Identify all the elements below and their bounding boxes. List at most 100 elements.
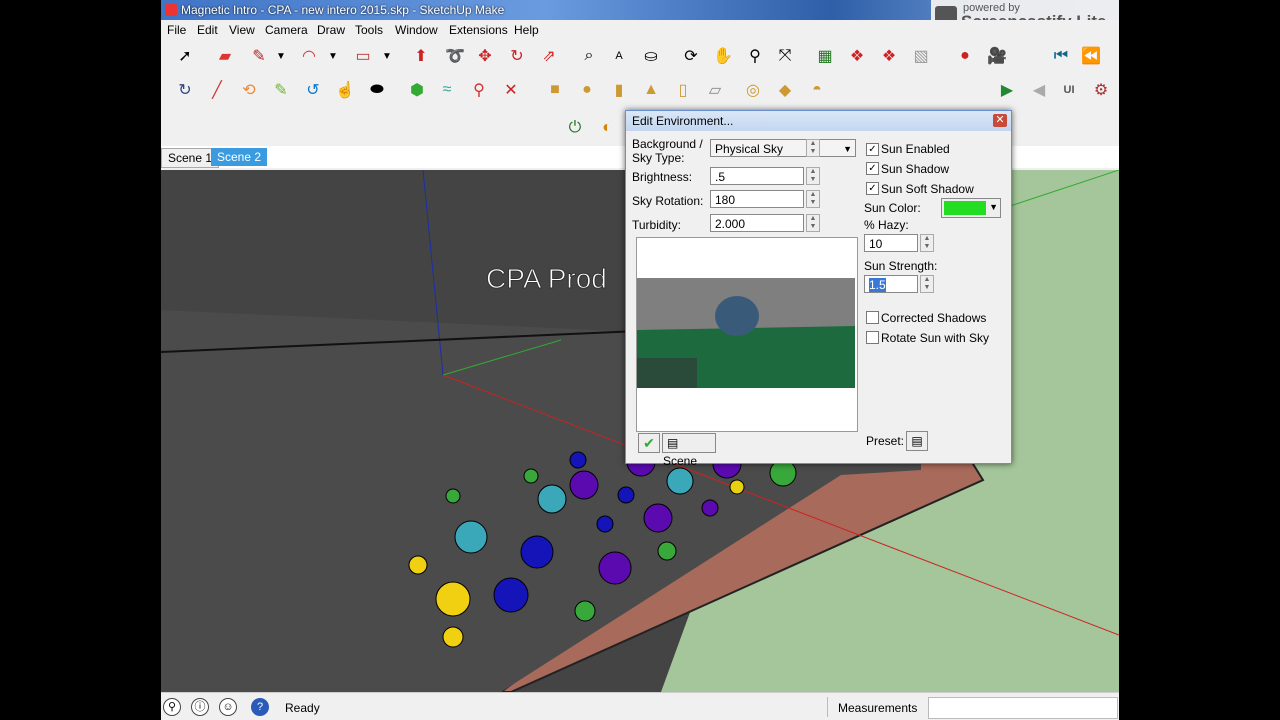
edit-environment-dialog: Edit Environment... ✕ Background / Sky T… [625, 110, 1012, 468]
preset-list-icon[interactable]: ▤ [906, 431, 928, 451]
arc-icon[interactable]: ◠ [297, 44, 321, 68]
menu-file[interactable]: File [167, 23, 186, 37]
skip-back-icon[interactable]: ⏮ [1049, 44, 1073, 68]
chevron-down-icon[interactable]: ▼ [269, 44, 293, 68]
sky-type-stepper[interactable]: ▲ ▼ [806, 139, 820, 157]
measurements-input[interactable] [928, 697, 1118, 719]
sun-soft-shadow-checkbox[interactable]: ✓ [866, 182, 879, 195]
turbidity-stepper[interactable]: ▲ ▼ [806, 214, 820, 232]
eraser-icon[interactable]: ▰ [213, 44, 237, 68]
rewind-icon[interactable]: ⏪ [1079, 44, 1103, 68]
ui-icon[interactable]: UI [1057, 78, 1081, 102]
cylinder-icon[interactable]: ▮ [607, 78, 631, 102]
brightness-input[interactable]: .5 [710, 167, 804, 185]
delete-icon[interactable]: ✕ [499, 78, 523, 102]
gear-icon[interactable]: ⚙ [1089, 78, 1113, 102]
scene-button[interactable]: ▤ Scene [662, 433, 716, 468]
move-icon[interactable]: ✥ [473, 44, 497, 68]
scale-icon[interactable]: ⇗ [537, 44, 561, 68]
status-divider [827, 697, 828, 717]
apply-check-icon[interactable]: ✔ [638, 433, 660, 453]
sketchup-logo-icon [165, 4, 177, 16]
sun-shadow-checkbox[interactable]: ✓ [866, 162, 879, 175]
curve-icon[interactable]: ≈ [435, 78, 459, 102]
sun-color-label: Sun Color: [864, 201, 921, 215]
brightness-label: Brightness: [632, 170, 693, 184]
sphere-icon[interactable]: ● [575, 78, 599, 102]
sun-strength-input[interactable]: 1.5 [864, 275, 918, 293]
menu-tools[interactable]: Tools [355, 23, 383, 37]
shape-icon[interactable]: ◆ [773, 78, 797, 102]
orbit-icon[interactable]: ⟳ [679, 44, 703, 68]
torus-icon[interactable]: ◎ [741, 78, 765, 102]
cone-icon[interactable]: ▲ [639, 78, 663, 102]
menu-view[interactable]: View [229, 23, 255, 37]
sun-strength-stepper[interactable]: ▲ ▼ [920, 275, 934, 293]
power-icon[interactable]: ⏻ [563, 116, 587, 140]
rotate-icon[interactable]: ↻ [505, 44, 529, 68]
chevron-down-icon[interactable]: ▼ [375, 44, 399, 68]
finger-icon[interactable]: ☝ [333, 78, 357, 102]
plane-icon[interactable]: ▱ [703, 78, 727, 102]
tube-icon[interactable]: ▯ [671, 78, 695, 102]
text-icon[interactable]: A [607, 44, 631, 68]
credits-icon[interactable]: ⓘ [191, 698, 209, 716]
zoom-icon[interactable]: ⚲ [743, 44, 767, 68]
record-icon[interactable]: ● [953, 44, 977, 68]
menu-edit[interactable]: Edit [197, 23, 218, 37]
box-icon[interactable]: ■ [543, 78, 567, 102]
green-cube-icon[interactable]: ⬢ [405, 78, 429, 102]
menu-help[interactable]: Help [514, 23, 539, 37]
pan-hand-icon[interactable]: ✋ [711, 44, 735, 68]
menu-window[interactable]: Window [395, 23, 438, 37]
sky-rotation-stepper[interactable]: ▲ ▼ [806, 190, 820, 208]
menu-draw[interactable]: Draw [317, 23, 345, 37]
sky-icon[interactable]: ◐ [595, 116, 619, 140]
refresh-icon[interactable]: ↺ [301, 78, 325, 102]
dome-icon[interactable]: ◓ [805, 78, 829, 102]
sky-rotation-input[interactable]: 180 [710, 190, 804, 208]
geo-location-icon[interactable]: ⚲ [163, 698, 181, 716]
sun-enabled-checkbox[interactable]: ✓ [866, 143, 879, 156]
follow-me-icon[interactable]: ➰ [443, 44, 467, 68]
user-icon[interactable]: ☺ [219, 698, 237, 716]
select-arrow-icon[interactable]: ➚ [173, 44, 197, 68]
oval-icon[interactable]: ⬬ [365, 78, 389, 102]
help-icon[interactable]: ? [251, 698, 269, 716]
hazy-input[interactable]: 10 [864, 234, 918, 252]
movie-camera-icon[interactable]: 🎥 [985, 44, 1009, 68]
hazy-stepper[interactable]: ▲ ▼ [920, 234, 934, 252]
pencil-green-icon[interactable]: ✎ [269, 78, 293, 102]
pencil-icon[interactable]: ✎ [247, 44, 271, 68]
warehouse-icon[interactable]: ▦ [813, 44, 837, 68]
tape-measure-icon[interactable]: ⌕ [577, 44, 601, 68]
paint-bucket-icon[interactable]: ⛀ [639, 44, 663, 68]
bg-sky-type-label: Background / Sky Type: [632, 137, 703, 165]
menu-extensions[interactable]: Extensions [449, 23, 508, 37]
brightness-stepper[interactable]: ▲ ▼ [806, 167, 820, 185]
chevron-down-icon: ▼ [989, 202, 998, 212]
rotate-sun-checkbox[interactable] [866, 331, 879, 344]
status-text: Ready [285, 701, 320, 715]
close-icon[interactable]: ✕ [993, 114, 1007, 127]
tab-scene-2[interactable]: Scene 2 [211, 148, 268, 166]
sun-color-picker[interactable]: ▼ [941, 198, 1001, 218]
back-icon[interactable]: ◀ [1027, 78, 1051, 102]
zoom-extents-icon[interactable]: ⤧ [773, 44, 797, 68]
brush-icon[interactable]: ⚲ [467, 78, 491, 102]
extension-icon[interactable]: ▧ [909, 44, 933, 68]
push-pull-icon[interactable]: ⬆ [409, 44, 433, 68]
chevron-down-icon[interactable]: ▼ [321, 44, 345, 68]
turbidity-input[interactable]: 2.000 [710, 214, 804, 232]
line-icon[interactable]: ╱ [205, 78, 229, 102]
components-icon[interactable]: ❖ [877, 44, 901, 68]
corrected-shadows-checkbox[interactable] [866, 311, 879, 324]
play-icon[interactable]: ▶ [995, 78, 1019, 102]
rectangle-icon[interactable]: ▭ [351, 44, 375, 68]
sky-type-select[interactable]: Physical Sky ▼ [710, 139, 856, 157]
turbidity-label: Turbidity: [632, 218, 681, 232]
orbit-rotate-icon[interactable]: ↻ [173, 78, 197, 102]
share-model-icon[interactable]: ❖ [845, 44, 869, 68]
menu-camera[interactable]: Camera [265, 23, 308, 37]
offset-icon[interactable]: ⟲ [237, 78, 261, 102]
